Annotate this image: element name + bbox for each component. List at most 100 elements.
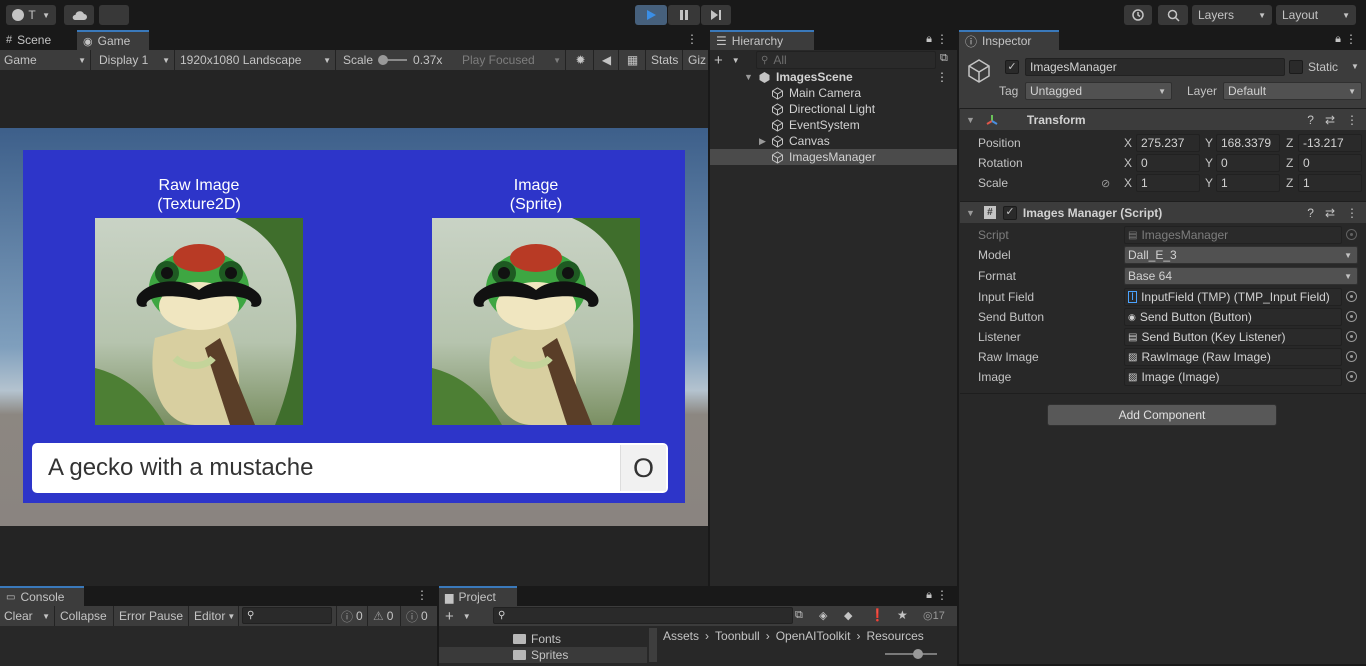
x-label[interactable]: X [1124,136,1132,150]
scale-z-field[interactable]: 1 [1298,174,1362,192]
game-dropdown[interactable]: Game ▼ [0,50,91,70]
y-label[interactable]: Y [1205,176,1213,190]
hierarchy-item-canvas[interactable]: ▶ Canvas [710,133,957,149]
help-icon[interactable]: ? [1307,113,1314,127]
y-label[interactable]: Y [1205,136,1213,150]
history-button[interactable] [1124,5,1152,25]
error-pause-button[interactable]: Error Pause [115,606,189,626]
scale-x-field[interactable]: 1 [1136,174,1200,192]
account-dropdown[interactable]: T ▼ [6,5,56,25]
hierarchy-item-main-camera[interactable]: Main Camera [710,85,957,101]
more-icon[interactable]: ⋮ [416,588,428,602]
breadcrumb-item[interactable]: Toonbull [715,629,760,643]
game-viewport[interactable]: Raw Image (Texture2D) Image (Sprite) A g… [0,70,708,586]
log-filter-button[interactable]: ⓘ 0 [336,606,368,626]
breadcrumb-item[interactable]: Assets [663,629,699,643]
more-icon[interactable]: ⋮ [936,70,948,84]
fold-arrow-icon[interactable]: ▼ [966,208,975,218]
image-reference[interactable]: ▨ Image (Image) [1124,368,1342,386]
warning-filter-icon[interactable]: ❗ [870,608,885,622]
bug-button[interactable]: ✹ [568,50,594,70]
gameobject-icon[interactable] [966,58,992,84]
more-icon[interactable]: ⋮ [686,32,698,46]
script-component-header[interactable]: ▼ # ✓ Images Manager (Script) ? ⇄ ⋮ [960,201,1366,223]
hierarchy-item-eventsystem[interactable]: EventSystem [710,117,957,133]
favorite-star-icon[interactable]: ★ [897,608,908,622]
active-checkbox[interactable]: ✓ [1005,60,1019,74]
object-picker-icon[interactable] [1346,311,1357,322]
more-icon[interactable]: ⋮ [936,32,948,46]
play-button[interactable] [635,5,667,25]
slider-track[interactable] [378,55,408,65]
keyboard-button[interactable]: ▦ [620,50,646,70]
rotation-x-field[interactable]: 0 [1136,154,1200,172]
icon-size-slider[interactable] [885,649,937,659]
scale-y-field[interactable]: 1 [1216,174,1280,192]
create-asset-button[interactable]: + ▼ [445,608,473,625]
clear-dropdown[interactable]: Clear ▼ [0,606,55,626]
more-icon[interactable]: ⋮ [1346,206,1358,220]
add-component-button[interactable]: Add Component [1047,404,1277,426]
play-focused-dropdown[interactable]: Play Focused ▼ [458,50,566,70]
lock-icon[interactable]: 🔒︎ [926,589,932,602]
constrain-proportions-icon[interactable]: ⊘ [1101,177,1110,190]
slider-thumb[interactable] [913,649,923,659]
tab-project[interactable]: ▆ Project [439,586,517,606]
tab-game[interactable]: ◉ Game [77,30,149,50]
search-button[interactable] [1158,5,1188,25]
project-search[interactable]: ⚲ [493,607,793,624]
tab-inspector[interactable]: ⓘ Inspector [959,30,1059,50]
prompt-input[interactable]: A gecko with a mustache O [32,443,668,493]
label-icon[interactable]: ◆ [844,609,852,622]
gizmos-button[interactable]: Giz [684,50,708,70]
position-x-field[interactable]: 275.237 [1136,134,1200,152]
rotation-z-field[interactable]: 0 [1298,154,1362,172]
layer-dropdown[interactable]: Default ▼ [1223,82,1362,100]
editor-dropdown[interactable]: Editor ▼ [190,606,239,626]
breadcrumb-item[interactable]: OpenAIToolkit [776,629,851,643]
error-filter-button[interactable]: ⓘ 0 [402,606,437,626]
help-icon[interactable]: ? [1307,206,1314,220]
transform-header[interactable]: ▼ Transform ? ⇄ ⋮ [960,108,1366,130]
cloud-button[interactable] [64,5,94,25]
model-dropdown[interactable]: Dall_E_3 ▼ [1124,246,1358,264]
x-label[interactable]: X [1124,156,1132,170]
warning-filter-button[interactable]: ⚠ 0 [369,606,401,626]
z-label[interactable]: Z [1286,136,1293,150]
position-z-field[interactable]: -13.217 [1298,134,1362,152]
breadcrumb-item[interactable]: Resources [866,629,923,643]
folder-item-fonts[interactable]: Fonts [513,631,561,647]
position-y-field[interactable]: 168.3379 [1216,134,1280,152]
input-field-reference[interactable]: I InputField (TMP) (TMP_Input Field) [1124,288,1342,306]
chevron-down-icon[interactable]: ▼ [1351,62,1359,71]
console-log-area[interactable] [0,626,437,666]
static-checkbox[interactable] [1289,60,1303,74]
tab-scene[interactable]: # Scene [0,30,76,50]
tag-dropdown[interactable]: Untagged ▼ [1025,82,1172,100]
object-picker-icon[interactable] [1346,291,1357,302]
scene-search-icon[interactable]: ⧉ [940,52,948,65]
settings-sliders-icon[interactable]: ⇄ [1325,206,1335,220]
object-name-field[interactable]: ImagesManager [1025,58,1285,76]
mute-button[interactable]: ◀ [595,50,619,70]
listener-reference[interactable]: ▤ Send Button (Key Listener) [1124,328,1342,346]
raw-image-reference[interactable]: ▨ RawImage (Raw Image) [1124,348,1342,366]
component-enabled-checkbox[interactable]: ✓ [1002,205,1017,220]
collapse-button[interactable]: Collapse [56,606,114,626]
folder-item-sprites[interactable]: Sprites [513,647,568,663]
collab-button[interactable] [99,5,129,25]
z-label[interactable]: Z [1286,176,1293,190]
hierarchy-item-imagesmanager[interactable]: ImagesManager [710,149,957,165]
step-button[interactable] [701,5,731,25]
expand-arrow-icon[interactable]: ▼ [744,72,753,82]
send-button[interactable]: O [620,445,666,491]
send-button-reference[interactable]: ◉ Send Button (Button) [1124,308,1342,326]
tab-console[interactable]: ▭ Console [0,586,84,606]
lock-icon[interactable]: 🔒︎ [1335,33,1341,46]
scrollbar[interactable] [649,628,657,662]
slider-thumb[interactable] [378,55,389,65]
resolution-dropdown[interactable]: 1920x1080 Landscape ▼ [176,50,336,70]
console-search[interactable]: ⚲ [242,607,332,624]
format-dropdown[interactable]: Base 64 ▼ [1124,267,1358,285]
z-label[interactable]: Z [1286,156,1293,170]
